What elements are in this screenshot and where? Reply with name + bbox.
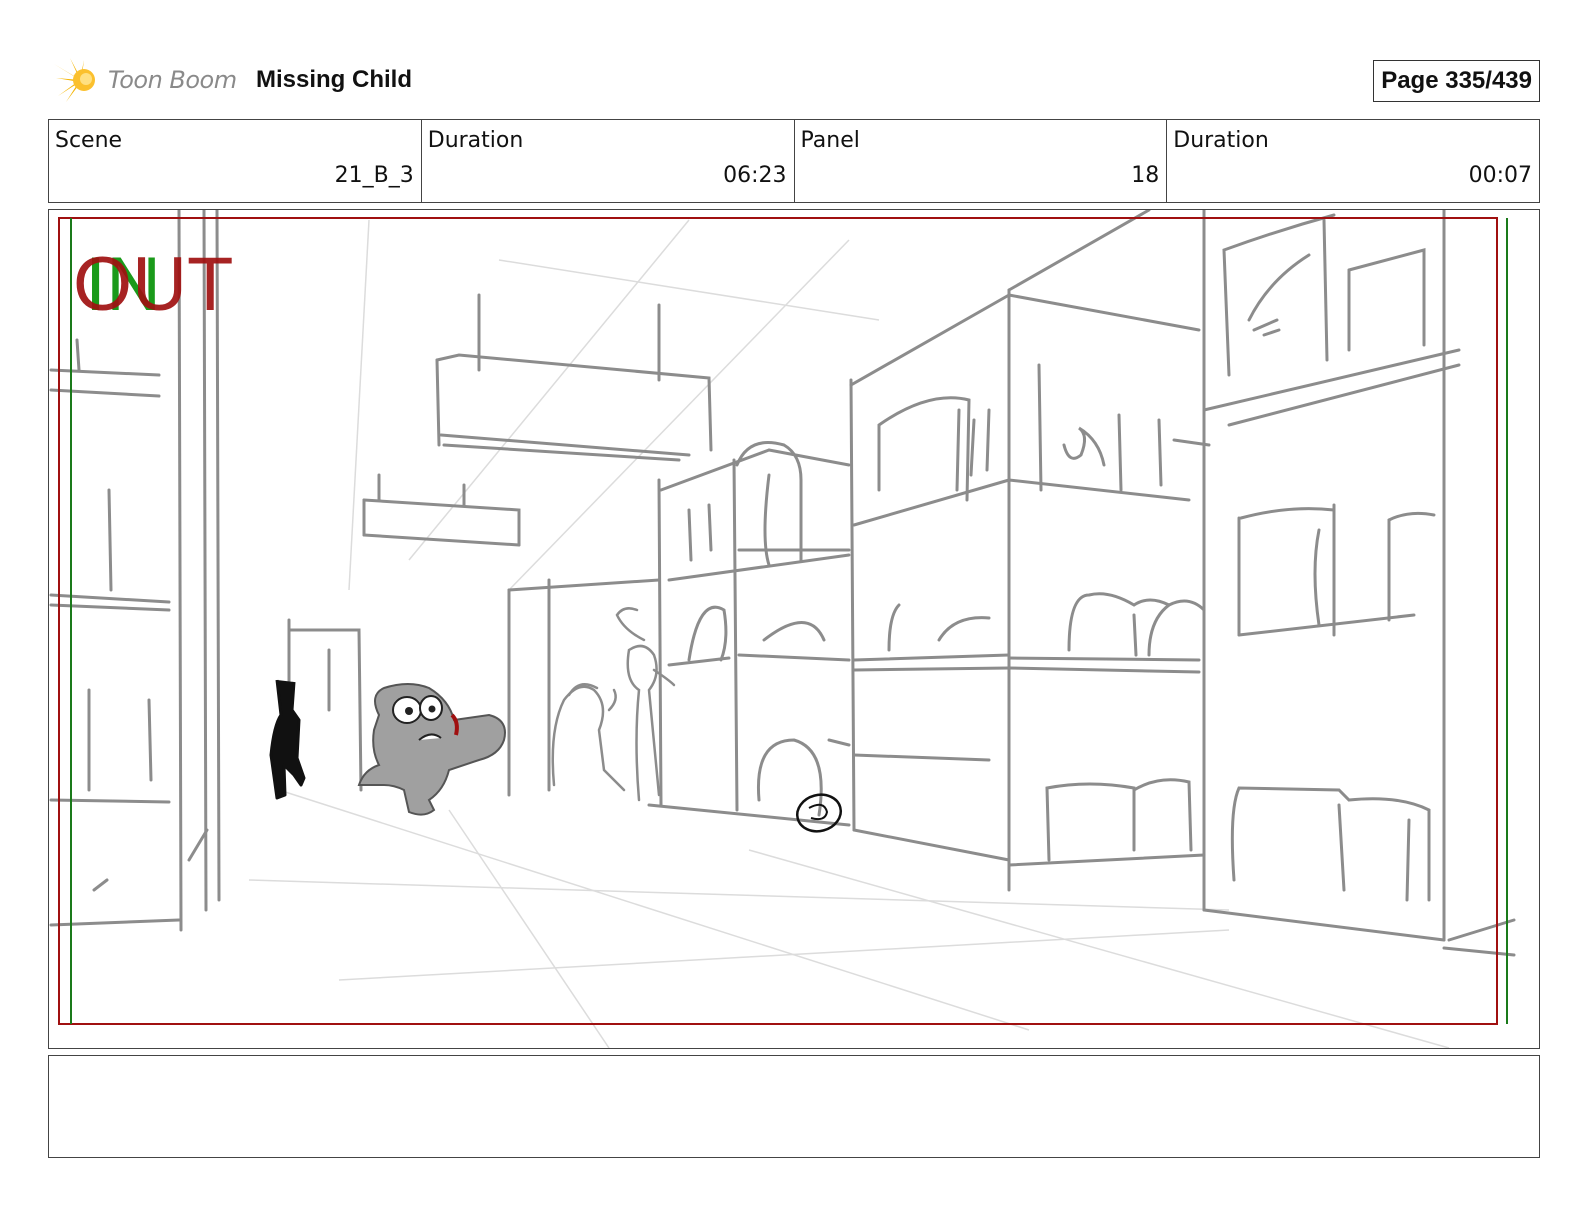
scene-duration-label: Duration bbox=[427, 128, 524, 153]
scene-duration-value: 06:23 bbox=[723, 163, 787, 188]
sun-burst-icon bbox=[54, 58, 95, 102]
project-title: Missing Child bbox=[256, 66, 412, 93]
out-marker: OUT bbox=[73, 242, 233, 327]
scene-duration-cell: Duration 06:23 bbox=[422, 120, 795, 202]
panel-sketch: IN OUT bbox=[49, 210, 1516, 1048]
panel-value: 18 bbox=[1131, 163, 1160, 188]
scene-label: Scene bbox=[55, 128, 123, 153]
perspective-guides bbox=[248, 219, 1450, 1048]
toon-boom-logo: Toon Boom bbox=[52, 56, 242, 104]
panel-cell: Panel 18 bbox=[795, 120, 1168, 202]
storyboard-panel: IN OUT bbox=[48, 209, 1540, 1049]
right-buildings-sketch bbox=[849, 210, 1516, 957]
scene-info-table: Scene 21_B_3 Duration 06:23 Panel 18 Dur… bbox=[48, 119, 1540, 203]
safe-area-frame bbox=[58, 217, 1508, 1025]
brand-name: Toon Boom bbox=[108, 66, 237, 94]
page-indicator: Page 335/439 bbox=[1373, 60, 1540, 102]
background-figures-sketch bbox=[551, 607, 676, 802]
panel-notes bbox=[48, 1055, 1540, 1158]
panel-duration-cell: Duration 00:07 bbox=[1167, 120, 1539, 202]
panel-label: Panel bbox=[800, 128, 860, 153]
running-character bbox=[357, 683, 506, 816]
page-header: Toon Boom Missing Child Page 335/439 bbox=[48, 52, 1540, 108]
panel-duration-label: Duration bbox=[1173, 128, 1269, 153]
mid-buildings-sketch bbox=[507, 441, 851, 827]
panel-duration-value: 00:07 bbox=[1468, 163, 1532, 188]
scene-cell: Scene 21_B_3 bbox=[49, 120, 422, 202]
scene-value: 21_B_3 bbox=[334, 163, 414, 188]
shadow-figure bbox=[269, 679, 306, 800]
